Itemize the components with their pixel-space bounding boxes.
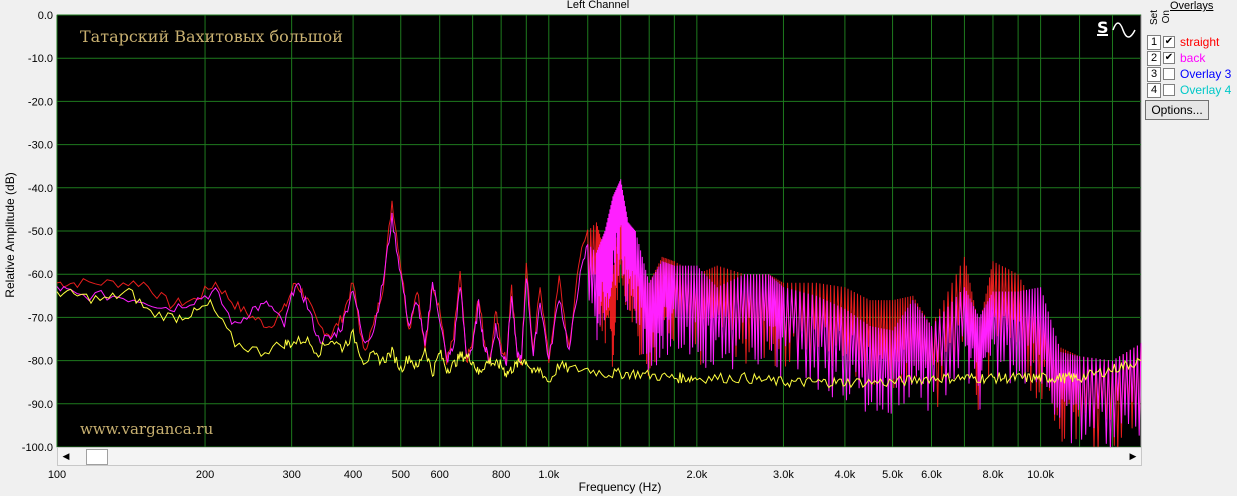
x-tick-label: 3.0k bbox=[773, 469, 794, 481]
chart-title: Left Channel bbox=[567, 0, 629, 11]
x-tick-label: 400 bbox=[344, 469, 362, 481]
x-tick-label: 4.0k bbox=[835, 469, 856, 481]
y-tick-label: -70.0 bbox=[28, 312, 53, 324]
x-tick-label: 200 bbox=[196, 469, 214, 481]
x-tick-label: 300 bbox=[282, 469, 300, 481]
overlay-on-checkbox[interactable] bbox=[1163, 68, 1175, 80]
overlay-label: Overlay 3 bbox=[1180, 67, 1232, 81]
y-tick-label: 0.0 bbox=[38, 10, 53, 22]
overlay-on-checkbox[interactable] bbox=[1163, 84, 1175, 96]
y-tick-labels: 0.0 -10.0 -20.0 -30.0 -40.0 -50.0 -60.0 -70.0 -8… bbox=[22, 10, 53, 454]
overlay-row-2: 2 ✔ back bbox=[1147, 51, 1237, 66]
x-tick-label: 600 bbox=[431, 469, 449, 481]
overlay-set-button[interactable]: 2 bbox=[1147, 51, 1161, 66]
x-tick-label: 6.0k bbox=[921, 469, 942, 481]
overlay-set-button[interactable]: 4 bbox=[1147, 83, 1161, 98]
overlay-row-1: 1 ✔ straight bbox=[1147, 35, 1237, 50]
scroll-left-icon[interactable]: ◀ bbox=[59, 449, 73, 464]
horizontal-scrollbar[interactable]: ◀ ▶ bbox=[57, 447, 1142, 466]
options-button[interactable]: Options... bbox=[1145, 100, 1209, 120]
overlays-panel: Overlays Set On 1 ✔ straight 2 ✔ back 3 … bbox=[1143, 0, 1237, 130]
scroll-right-icon[interactable]: ▶ bbox=[1126, 449, 1140, 464]
overlay-on-checkbox[interactable]: ✔ bbox=[1163, 36, 1175, 48]
x-tick-label: 10.0k bbox=[1027, 469, 1054, 481]
y-tick-label: -30.0 bbox=[28, 140, 53, 152]
x-tick-label: 2.0k bbox=[686, 469, 707, 481]
s-icon[interactable]: S bbox=[1097, 18, 1109, 37]
x-tick-label: 5.0k bbox=[882, 469, 903, 481]
overlay-label: back bbox=[1180, 51, 1206, 65]
set-column-label: Set bbox=[1149, 10, 1160, 26]
x-tick-label: 100 bbox=[48, 469, 66, 481]
overlay-row-3: 3 Overlay 3 bbox=[1147, 67, 1237, 82]
watermark-url: www.varganca.ru bbox=[80, 420, 214, 438]
overlay-set-button[interactable]: 1 bbox=[1147, 35, 1161, 50]
y-tick-label: -60.0 bbox=[28, 269, 53, 281]
x-tick-labels: 100 200 300 400 500 600 800 1.0k 2.0k 3.0k 4.0k 5.0… bbox=[48, 469, 1055, 481]
y-tick-label: -90.0 bbox=[28, 399, 53, 411]
y-tick-label: -80.0 bbox=[28, 356, 53, 368]
overlay-row-4: 4 Overlay 4 bbox=[1147, 83, 1237, 98]
overlay-on-checkbox[interactable]: ✔ bbox=[1163, 52, 1175, 64]
y-tick-label: -20.0 bbox=[28, 96, 53, 108]
overlays-title: Overlays bbox=[1170, 0, 1214, 12]
watermark-title: Татарский Вахитовых большой bbox=[80, 27, 343, 46]
x-tick-label: 1.0k bbox=[538, 469, 559, 481]
chart: 0.0 -10.0 -20.0 -30.0 -40.0 -50.0 -60.0 -70.0 -8… bbox=[3, 0, 1142, 494]
overlay-label: straight bbox=[1180, 35, 1220, 49]
y-tick-label: -40.0 bbox=[28, 183, 53, 195]
y-axis-label: Relative Amplitude (dB) bbox=[3, 172, 17, 297]
y-tick-label: -100.0 bbox=[22, 442, 53, 454]
overlay-set-button[interactable]: 3 bbox=[1147, 67, 1161, 82]
x-tick-label: 500 bbox=[392, 469, 410, 481]
overlay-label: Overlay 4 bbox=[1180, 83, 1232, 97]
y-tick-label: -50.0 bbox=[28, 226, 53, 238]
x-tick-label: 800 bbox=[492, 469, 510, 481]
scrollbar-thumb[interactable] bbox=[86, 449, 108, 465]
x-tick-label: 8.0k bbox=[983, 469, 1004, 481]
y-tick-label: -10.0 bbox=[28, 53, 53, 65]
on-column-label: On bbox=[1161, 10, 1172, 24]
x-axis-label: Frequency (Hz) bbox=[579, 480, 662, 494]
